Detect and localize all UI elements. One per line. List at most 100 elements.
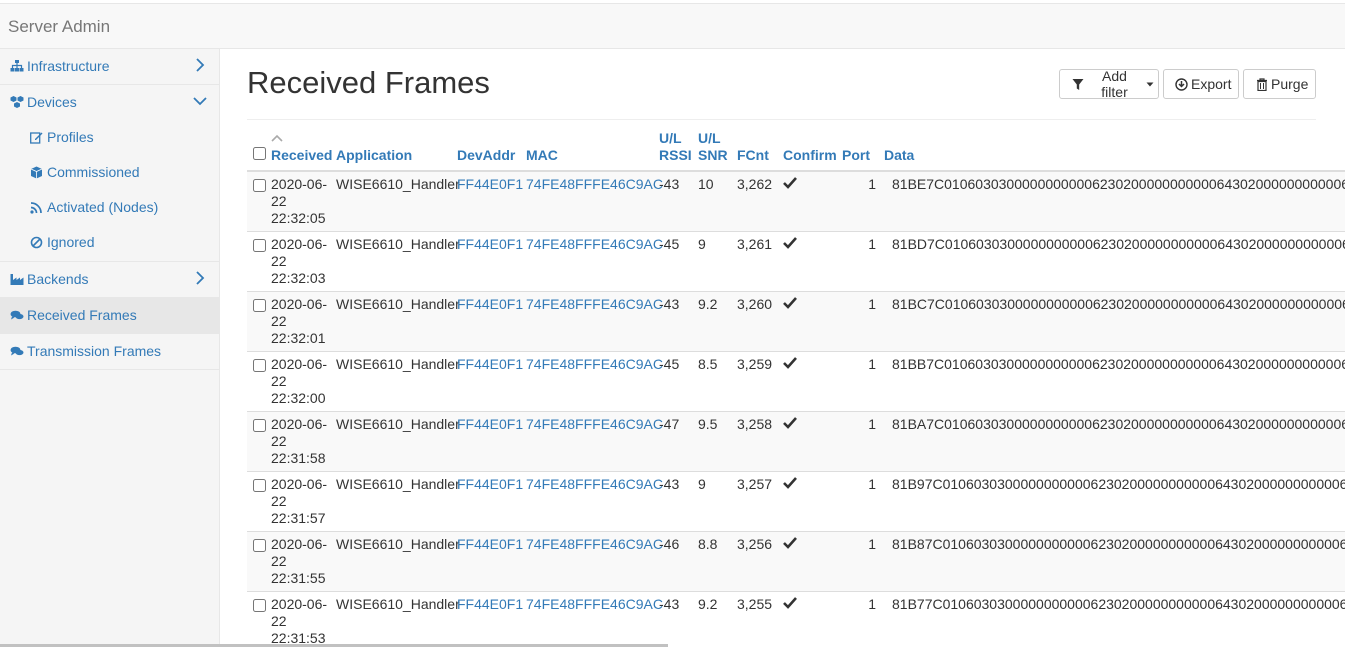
industry-icon	[10, 274, 24, 285]
received-cell: 2020-06- 22 22:32:03	[267, 230, 332, 291]
devices-submenu: Profiles Commissioned Activated (Nodes) …	[0, 121, 219, 262]
sidebar-item-ignored[interactable]: Ignored	[0, 226, 219, 261]
confirm-cell	[779, 230, 838, 291]
data-cell: 81BD7C0106030300000000000623020000000000…	[880, 230, 1345, 291]
column-header-ul-rssi[interactable]: U/L RSSI	[655, 130, 694, 172]
chevron-right-icon[interactable]	[193, 57, 207, 73]
snr-cell: 8.8	[694, 530, 733, 591]
devaddr-link[interactable]: FF44E0F1	[453, 530, 523, 591]
sidebar-item-backends[interactable]: Backends	[0, 262, 219, 298]
devaddr-link[interactable]: FF44E0F1	[453, 290, 523, 351]
row-checkbox[interactable]	[253, 179, 266, 192]
table-row[interactable]: 2020-06- 22 22:31:53 WISE6610_Handler FF44E0…	[247, 590, 1345, 647]
rssi-cell: -45	[655, 230, 694, 291]
sidebar-item-commissioned[interactable]: Commissioned	[0, 156, 219, 191]
chevron-right-icon[interactable]	[193, 270, 207, 286]
column-header-ul-snr[interactable]: U/L SNR	[694, 130, 733, 172]
column-header-mac[interactable]: MAC	[522, 130, 655, 172]
devaddr-link[interactable]: FF44E0F1	[453, 170, 523, 231]
edit-icon	[30, 132, 43, 144]
received-cell: 2020-06- 22 22:32:05	[267, 170, 332, 231]
table-row[interactable]: 2020-06- 22 22:31:57 WISE6610_Handler FF44E0…	[247, 470, 1345, 531]
row-select-cell	[247, 470, 267, 531]
rss-icon	[30, 202, 42, 214]
mac-link[interactable]: 74FE48FFFE46C9AC	[522, 350, 663, 411]
row-checkbox[interactable]	[253, 418, 266, 432]
devaddr-link[interactable]: FF44E0F1	[453, 470, 523, 531]
purge-button[interactable]: Purge	[1243, 69, 1316, 99]
check-icon	[783, 416, 797, 429]
mac-link[interactable]: 74FE48FFFE46C9AC	[522, 530, 663, 591]
port-cell: 1	[838, 470, 880, 531]
cubes-icon	[10, 96, 24, 108]
table-row[interactable]: 2020-06- 22 22:32:00 WISE6610_Handler FF44E0…	[247, 350, 1345, 411]
devaddr-link[interactable]: FF44E0F1	[453, 590, 523, 647]
check-icon	[783, 177, 797, 189]
row-checkbox[interactable]	[253, 538, 266, 552]
export-circle-icon	[1175, 77, 1188, 91]
rssi-cell: -45	[655, 350, 694, 411]
devaddr-link[interactable]: FF44E0F1	[453, 230, 523, 291]
row-checkbox[interactable]	[253, 238, 266, 252]
column-header-confirm[interactable]: Confirm	[779, 130, 838, 172]
sort-asc-icon[interactable]	[271, 134, 283, 142]
mac-link[interactable]: 74FE48FFFE46C9AC	[522, 590, 663, 647]
application-cell: WISE6610_Handler	[332, 170, 460, 231]
mac-link[interactable]: 74FE48FFFE46C9AC	[522, 230, 663, 291]
mac-link[interactable]: 74FE48FFFE46C9AC	[522, 470, 663, 531]
row-checkbox[interactable]	[253, 358, 266, 372]
mac-link[interactable]: 74FE48FFFE46C9AC	[522, 410, 663, 471]
table-row[interactable]: 2020-06- 22 22:31:55 WISE6610_Handler FF44E0…	[247, 530, 1345, 591]
export-button[interactable]: Export	[1163, 69, 1239, 99]
column-header-devaddr[interactable]: DevAddr	[453, 130, 522, 172]
sidebar-item-received-frames[interactable]: Received Frames	[0, 298, 219, 334]
sidebar-item-profiles[interactable]: Profiles	[0, 121, 219, 156]
column-header-port[interactable]: Port	[838, 130, 880, 172]
mac-link[interactable]: 74FE48FFFE46C9AC	[522, 170, 663, 231]
chevron-down-icon[interactable]	[193, 93, 207, 109]
add-filter-button[interactable]: Add filter	[1059, 68, 1159, 100]
confirm-cell	[779, 290, 838, 351]
sidebar-item-label: Profiles	[47, 129, 94, 145]
column-header-application[interactable]: Application	[332, 130, 453, 172]
column-header-received[interactable]: Received	[267, 130, 332, 172]
row-select-cell	[247, 230, 267, 291]
column-header-fcnt[interactable]: FCnt	[733, 130, 779, 172]
sidebar-item-label: Commissioned	[47, 164, 140, 180]
row-select-cell	[247, 410, 267, 471]
mac-link[interactable]: 74FE48FFFE46C9AC	[522, 290, 663, 351]
confirm-cell	[779, 410, 838, 471]
app-title[interactable]: Server Admin	[8, 17, 110, 37]
select-all-checkbox[interactable]	[253, 147, 266, 160]
application-cell: WISE6610_Handler	[332, 410, 460, 471]
sidebar-item-transmission-frames[interactable]: Transmission Frames	[0, 334, 219, 370]
sidebar-item-infrastructure[interactable]: Infrastructure	[0, 49, 219, 85]
rssi-cell: -46	[655, 530, 694, 591]
sidebar-item-devices[interactable]: Devices	[0, 85, 219, 121]
table-row[interactable]: 2020-06- 22 22:32:03 WISE6610_Handler FF44E0…	[247, 230, 1345, 291]
fcnt-cell: 3,261	[733, 230, 779, 291]
table-body: 2020-06- 22 22:32:05 WISE6610_Handler FF44E0…	[247, 170, 1345, 647]
confirm-cell	[779, 470, 838, 531]
row-checkbox[interactable]	[253, 298, 266, 312]
row-checkbox[interactable]	[253, 478, 266, 492]
table-row[interactable]: 2020-06- 22 22:31:58 WISE6610_Handler FF44E0…	[247, 410, 1345, 471]
snr-cell: 9.2	[694, 590, 733, 647]
check-icon	[783, 296, 797, 309]
table-row[interactable]: 2020-06- 22 22:32:01 WISE6610_Handler FF44E0…	[247, 290, 1345, 351]
row-checkbox[interactable]	[253, 598, 266, 612]
sidebar-item-activated-nodes[interactable]: Activated (Nodes)	[0, 191, 219, 226]
check-icon	[783, 596, 797, 609]
application-cell: WISE6610_Handler	[332, 290, 460, 351]
sidebar-item-label: Transmission Frames	[27, 343, 162, 359]
frames-table-container[interactable]: Received Application DevAddr MAC U/L RSSI…	[247, 130, 1345, 647]
cube-icon	[30, 166, 43, 179]
column-header-data[interactable]: Data	[880, 130, 1345, 172]
devaddr-link[interactable]: FF44E0F1	[453, 410, 523, 471]
devaddr-link[interactable]: FF44E0F1	[453, 350, 523, 411]
table-row[interactable]: 2020-06- 22 22:32:05 WISE6610_Handler FF44E0…	[247, 170, 1345, 231]
snr-cell: 9	[694, 230, 733, 291]
received-cell: 2020-06- 22 22:32:01	[267, 290, 332, 351]
port-cell: 1	[838, 590, 880, 647]
fcnt-cell: 3,262	[733, 170, 779, 231]
